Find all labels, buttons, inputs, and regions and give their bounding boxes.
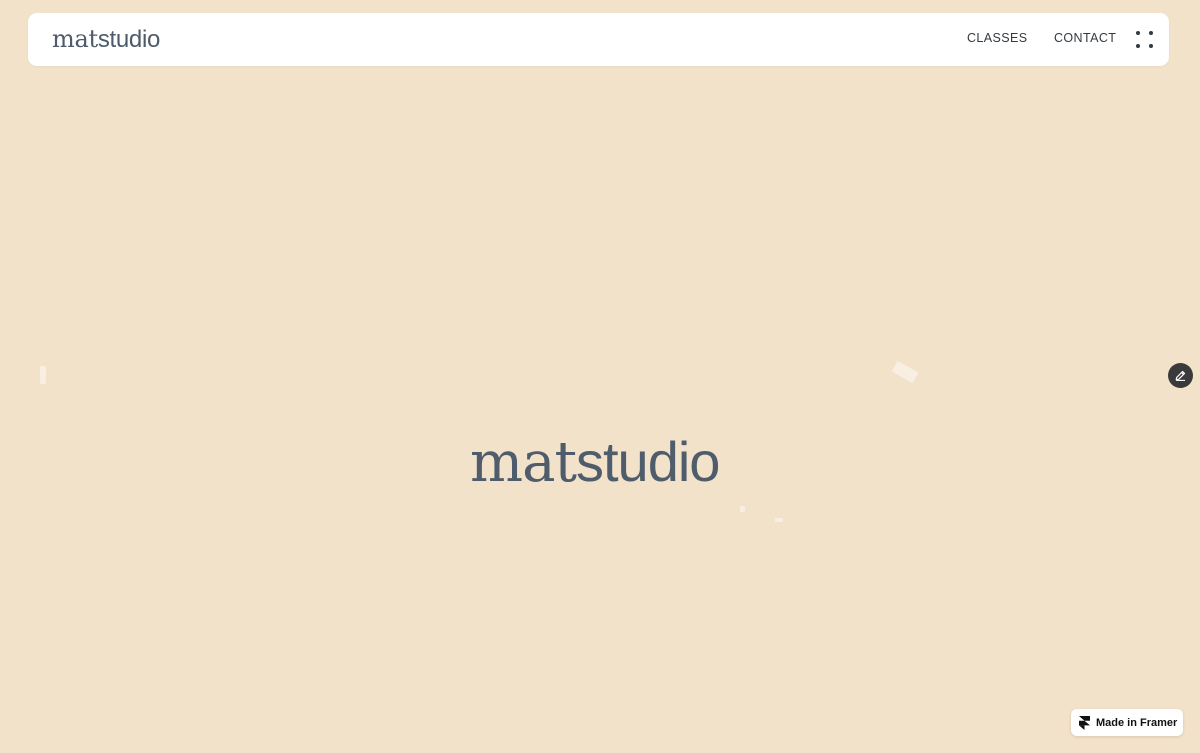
- background-speck: [891, 360, 919, 384]
- made-in-framer-badge[interactable]: Made in Framer: [1071, 709, 1183, 736]
- logo-mat-text: mat: [52, 25, 98, 53]
- badge-label: Made in Framer: [1096, 716, 1178, 729]
- background-speck: [740, 506, 745, 512]
- hero-logo-studio-text: studio: [576, 430, 720, 493]
- hero-logo-mat-text: mat: [470, 430, 577, 495]
- background-speck: [775, 518, 783, 522]
- hero-logo: mat studio: [470, 427, 730, 497]
- edit-button[interactable]: [1168, 363, 1193, 388]
- framer-logo-icon: [1079, 715, 1090, 730]
- menu-toggle-button[interactable]: [1133, 28, 1157, 52]
- pencil-icon: [1175, 370, 1186, 381]
- logo-studio-text: studio: [97, 26, 161, 53]
- nav-link-classes[interactable]: CLASSES: [967, 31, 1027, 45]
- hero-section: [0, 66, 1200, 753]
- top-navbar: mat studio CLASSES CONTACT: [28, 13, 1169, 66]
- nav-logo[interactable]: mat studio: [52, 24, 160, 54]
- background-speck: [40, 366, 46, 384]
- nav-link-contact[interactable]: CONTACT: [1054, 31, 1116, 45]
